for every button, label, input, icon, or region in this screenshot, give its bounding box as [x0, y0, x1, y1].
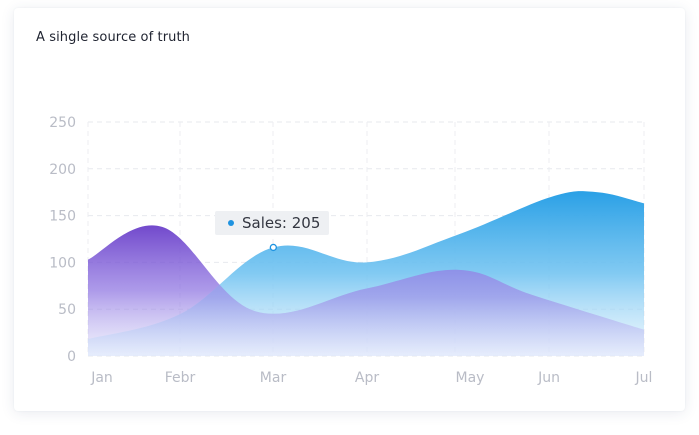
y-tick-label: 200: [49, 162, 76, 178]
y-tick-label: 50: [58, 302, 76, 318]
x-tick-label: Jun: [537, 370, 560, 386]
y-tick-label: 250: [49, 115, 76, 131]
x-tick-label: Apr: [355, 370, 379, 386]
area-chart: 0 50 100 150 200 250 Jan Febr Mar Apr May Jun Jul Sa…: [49, 115, 653, 386]
x-tick-label: Jul: [635, 370, 653, 386]
tooltip-point[interactable]: [269, 243, 277, 252]
x-tick-label: Mar: [260, 370, 287, 386]
y-tick-label: 150: [49, 209, 76, 225]
y-tick-label: 100: [49, 255, 76, 271]
y-tick-label: 0: [67, 349, 76, 365]
tooltip-text: Sales: 205: [242, 214, 320, 232]
x-tick-label: May: [456, 370, 485, 386]
tooltip-layer: Sales: 205: [215, 211, 329, 252]
tooltip-legend-dot: [228, 220, 234, 226]
x-tick-label: Febr: [165, 370, 196, 386]
x-tick-label: Jan: [90, 370, 113, 386]
